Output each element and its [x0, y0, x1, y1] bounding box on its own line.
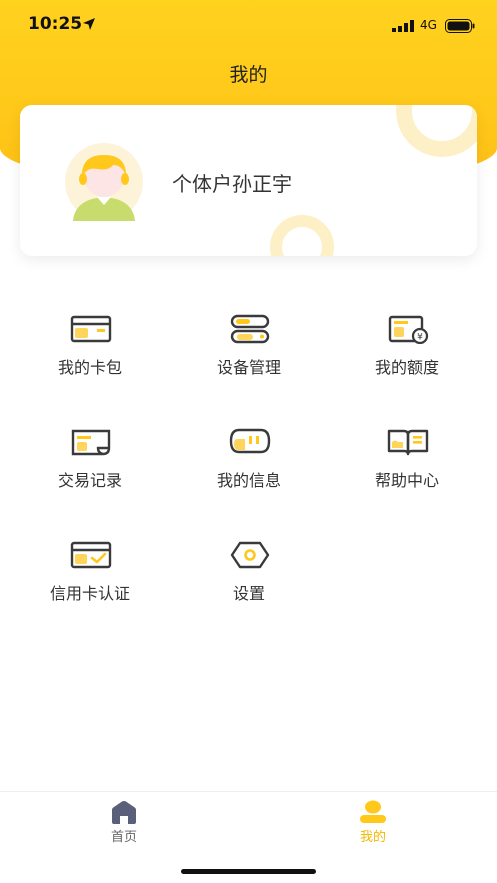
- location-arrow-icon: [83, 18, 95, 30]
- menu-item-label: 信用卡认证: [49, 584, 130, 603]
- credit-limit-icon: ¥: [388, 315, 429, 344]
- menu-item-label: 帮助中心: [374, 471, 439, 490]
- help-book-icon: [387, 429, 429, 456]
- tab-mine[interactable]: 我的: [313, 792, 433, 852]
- page-title: 我的: [229, 64, 268, 86]
- card-wallet-icon: [70, 315, 112, 343]
- menu-item-credit-limit[interactable]: ¥ 我的额度: [327, 300, 487, 390]
- menu-item-label: 交易记录: [57, 471, 122, 490]
- menu-item-my-info[interactable]: 我的信息: [169, 413, 329, 503]
- transaction-record-icon: [71, 429, 111, 456]
- menu-item-settings[interactable]: 设置: [169, 526, 329, 616]
- menu-item-transaction-record[interactable]: 交易记录: [10, 413, 170, 503]
- home-icon: [112, 801, 136, 824]
- decorative-ring: [270, 215, 334, 256]
- signal-icon: [392, 20, 414, 32]
- settings-icon: [230, 541, 270, 569]
- tab-label: 我的: [359, 830, 386, 845]
- person-icon: [360, 800, 386, 823]
- decorative-ring: [396, 105, 477, 157]
- menu-item-help-center[interactable]: 帮助中心: [327, 413, 487, 503]
- svg-text:¥: ¥: [417, 333, 423, 343]
- menu-item-label: 我的信息: [216, 471, 281, 490]
- status-time: 10:25: [28, 14, 83, 34]
- user-name: 个体户孙正宇: [172, 172, 292, 196]
- network-type: 4G: [420, 18, 437, 32]
- profile-card[interactable]: 个体户孙正宇: [20, 105, 477, 256]
- menu-item-label: 我的卡包: [57, 358, 122, 377]
- message-icon: [229, 428, 271, 454]
- tab-label: 首页: [110, 830, 137, 845]
- device-manage-icon: [230, 314, 270, 344]
- menu-item-label: 我的额度: [374, 358, 439, 377]
- menu-item-label: 设置: [232, 584, 265, 603]
- tab-home[interactable]: 首页: [64, 792, 184, 852]
- menu-item-device-manage[interactable]: 设备管理: [169, 300, 329, 390]
- user-avatar-icon[interactable]: [57, 143, 151, 221]
- menu-item-card-wallet[interactable]: 我的卡包: [10, 300, 170, 390]
- battery-icon: [445, 19, 475, 33]
- status-bar: 10:25 4G: [0, 0, 497, 54]
- menu-item-credit-card-verify[interactable]: 信用卡认证: [10, 526, 170, 616]
- menu-item-label: 设备管理: [216, 358, 281, 377]
- credit-card-verify-icon: [70, 541, 112, 569]
- home-indicator: [181, 869, 316, 874]
